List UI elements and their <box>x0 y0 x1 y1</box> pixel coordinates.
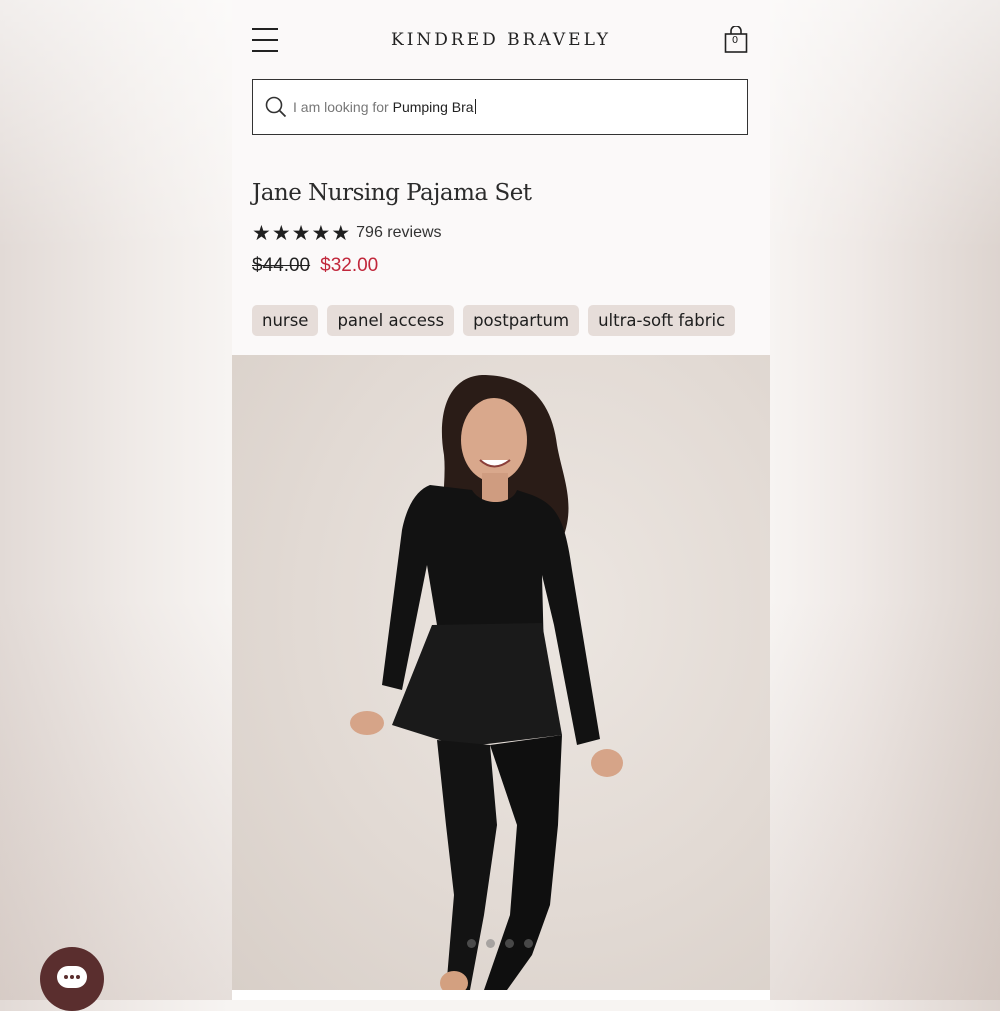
star-icon: ★ <box>252 220 271 245</box>
search-input[interactable]: I am looking for Pumping Bra <box>252 79 748 135</box>
search-value: Pumping Bra <box>392 99 474 115</box>
product-image[interactable] <box>232 355 770 990</box>
gallery-dot[interactable] <box>486 939 495 948</box>
star-icon: ★ <box>271 220 291 245</box>
shopping-bag-icon[interactable]: 0 <box>724 25 750 54</box>
tag-panel-access[interactable]: panel access <box>327 305 455 336</box>
product-info: Jane Nursing Pajama Set ★ ★ ★ ★ ★ 796 re… <box>232 171 770 355</box>
review-count[interactable]: 796 reviews <box>356 224 441 242</box>
model-photo <box>350 375 623 990</box>
search-text: I am looking for Pumping Bra <box>293 99 476 115</box>
star-icon: ★ <box>291 220 311 245</box>
tag-nurse[interactable]: nurse <box>252 305 319 336</box>
brand-logo[interactable]: KINDRED BRAVELY <box>232 30 770 50</box>
search-icon <box>265 96 287 118</box>
cart-count: 0 <box>731 35 739 46</box>
text-caret <box>474 99 476 114</box>
star-icon: ★ <box>311 220 331 245</box>
price: $44.00 $32.00 <box>252 255 378 277</box>
gallery-dots <box>467 939 543 948</box>
star-icon: ★ <box>331 220 351 245</box>
product-tags: nurse panel access postpartum ultra-soft… <box>252 305 744 336</box>
tag-postpartum[interactable]: postpartum <box>463 305 580 336</box>
mobile-page: KINDRED BRAVELY 0 I am looking for Pumpi… <box>232 0 770 1000</box>
product-title: Jane Nursing Pajama Set <box>252 180 532 206</box>
search-prefix: I am looking for <box>293 99 389 115</box>
search-section: I am looking for Pumping Bra <box>232 71 770 171</box>
gallery-dot[interactable] <box>524 939 533 948</box>
gallery-dot[interactable] <box>467 939 476 948</box>
chat-bubble-icon <box>57 966 87 988</box>
rating[interactable]: ★ ★ ★ ★ ★ 796 reviews <box>252 221 442 245</box>
sale-price: $32.00 <box>320 255 379 276</box>
chat-button[interactable] <box>40 947 104 1011</box>
original-price: $44.00 <box>252 255 311 276</box>
gallery-dot[interactable] <box>505 939 514 948</box>
tag-ultra-soft-fabric[interactable]: ultra-soft fabric <box>588 305 736 336</box>
site-header: KINDRED BRAVELY 0 <box>232 0 770 72</box>
